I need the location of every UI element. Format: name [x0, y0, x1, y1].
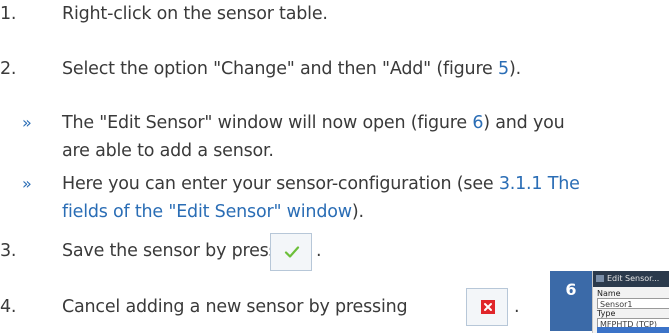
note-text: are able to add a sensor. — [62, 141, 274, 161]
figure-5-link[interactable]: 5 — [498, 59, 509, 79]
section-link[interactable]: 3.1.1 The — [499, 174, 580, 194]
note-text-part: ). — [351, 202, 364, 222]
window-title: Edit Sensor... — [607, 274, 660, 283]
bullet-icon: » — [22, 113, 32, 132]
step-text: Right-click on the sensor table. — [62, 4, 328, 24]
step-number: 3. — [0, 241, 17, 261]
note-text: Here you can enter your sensor-configura… — [62, 173, 580, 195]
selected-list-item — [597, 327, 669, 333]
note-text: fields of the "Edit Sensor" window). — [62, 201, 364, 223]
name-label: Name — [597, 289, 621, 298]
step-text-main: Select the option "Change" and then "Add… — [62, 59, 498, 79]
window-titlebar: Edit Sensor... — [593, 271, 669, 287]
edit-sensor-window-thumbnail: Edit Sensor... Name Sensor1 Type MFPHTD … — [592, 271, 669, 333]
step-text: Cancel adding a new sensor by pressing — [62, 297, 408, 317]
step-number: 4. — [0, 297, 17, 317]
step-text: Select the option "Change" and then "Add… — [62, 58, 521, 80]
note-text: The "Edit Sensor" window will now open (… — [62, 112, 565, 134]
name-field: Sensor1 — [597, 298, 669, 309]
step-end: . — [514, 297, 520, 317]
figure-6-link[interactable]: 6 — [472, 113, 483, 133]
section-link[interactable]: fields of the "Edit Sensor" window — [62, 202, 352, 222]
note-text-part: The "Edit Sensor" window will now open (… — [62, 113, 473, 133]
save-button[interactable] — [270, 233, 312, 271]
cancel-button[interactable] — [466, 288, 508, 326]
step-number: 1. — [0, 4, 17, 24]
step-text-suffix: ). — [508, 59, 521, 79]
close-x-icon — [481, 300, 495, 314]
app-icon — [596, 275, 604, 282]
bullet-icon: » — [22, 174, 32, 193]
figure-number-badge: 6 — [550, 271, 592, 331]
note-text-part: ) and you — [483, 113, 565, 133]
step-end: . — [316, 241, 322, 261]
step-text: Save the sensor by pressing — [62, 241, 304, 261]
type-label: Type — [597, 309, 616, 318]
step-number: 2. — [0, 59, 17, 79]
checkmark-icon — [284, 246, 300, 258]
note-text-part: Here you can enter your sensor-configura… — [62, 174, 499, 194]
